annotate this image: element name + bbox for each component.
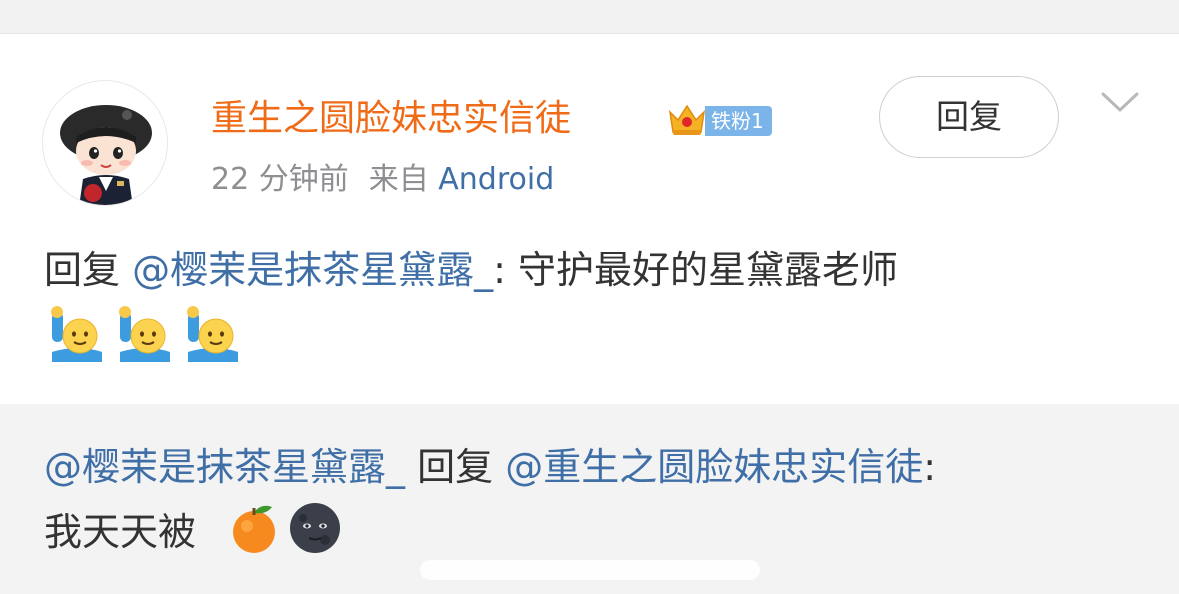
quoted-colon: : — [923, 445, 937, 489]
quoted-reply-text: 我天天被 — [44, 510, 197, 554]
username[interactable]: 重生之圆脸妹忠实信徒 — [211, 96, 571, 142]
comment-body: : 守护最好的星黛露老师 — [493, 248, 898, 292]
reply-button[interactable]: 回复 — [879, 76, 1059, 158]
new-moon-face-emoji — [290, 503, 340, 553]
quoted-reply-header: @樱茉是抹茶星黛露_ 回复 @重生之圆脸妹忠实信徒: — [44, 441, 936, 493]
raising-hand-emoji — [51, 306, 102, 362]
mention-link[interactable]: @樱茉是抹茶星黛露_ — [132, 248, 493, 292]
watermark-overlay — [420, 560, 760, 580]
timestamp: 22 分钟前 — [211, 162, 349, 197]
tangerine-emoji — [233, 505, 275, 553]
quoted-reply-word: 回复 — [405, 445, 506, 489]
comment-text: 回复 @樱茉是抹茶星黛露_: 守护最好的星黛露老师 — [44, 244, 898, 296]
fan-level-badge: 铁粉1 — [705, 106, 772, 136]
source-prefix: 来自 — [368, 162, 429, 197]
avatar-illustration — [60, 105, 152, 205]
quoted-from-mention[interactable]: @樱茉是抹茶星黛露_ — [44, 445, 405, 489]
avatar[interactable] — [42, 80, 168, 206]
raising-hand-emoji — [119, 306, 170, 362]
chevron-down-icon[interactable] — [1100, 90, 1140, 114]
reply-prefix: 回复 — [44, 248, 133, 292]
source-link[interactable]: Android — [438, 162, 554, 197]
comment-meta: 22 分钟前 来自 Android — [211, 160, 554, 200]
raising-hand-emoji — [187, 306, 238, 362]
crown-icon — [668, 104, 706, 135]
top-separator-strip — [0, 0, 1179, 34]
quoted-to-mention[interactable]: @重生之圆脸妹忠实信徒 — [505, 445, 923, 489]
